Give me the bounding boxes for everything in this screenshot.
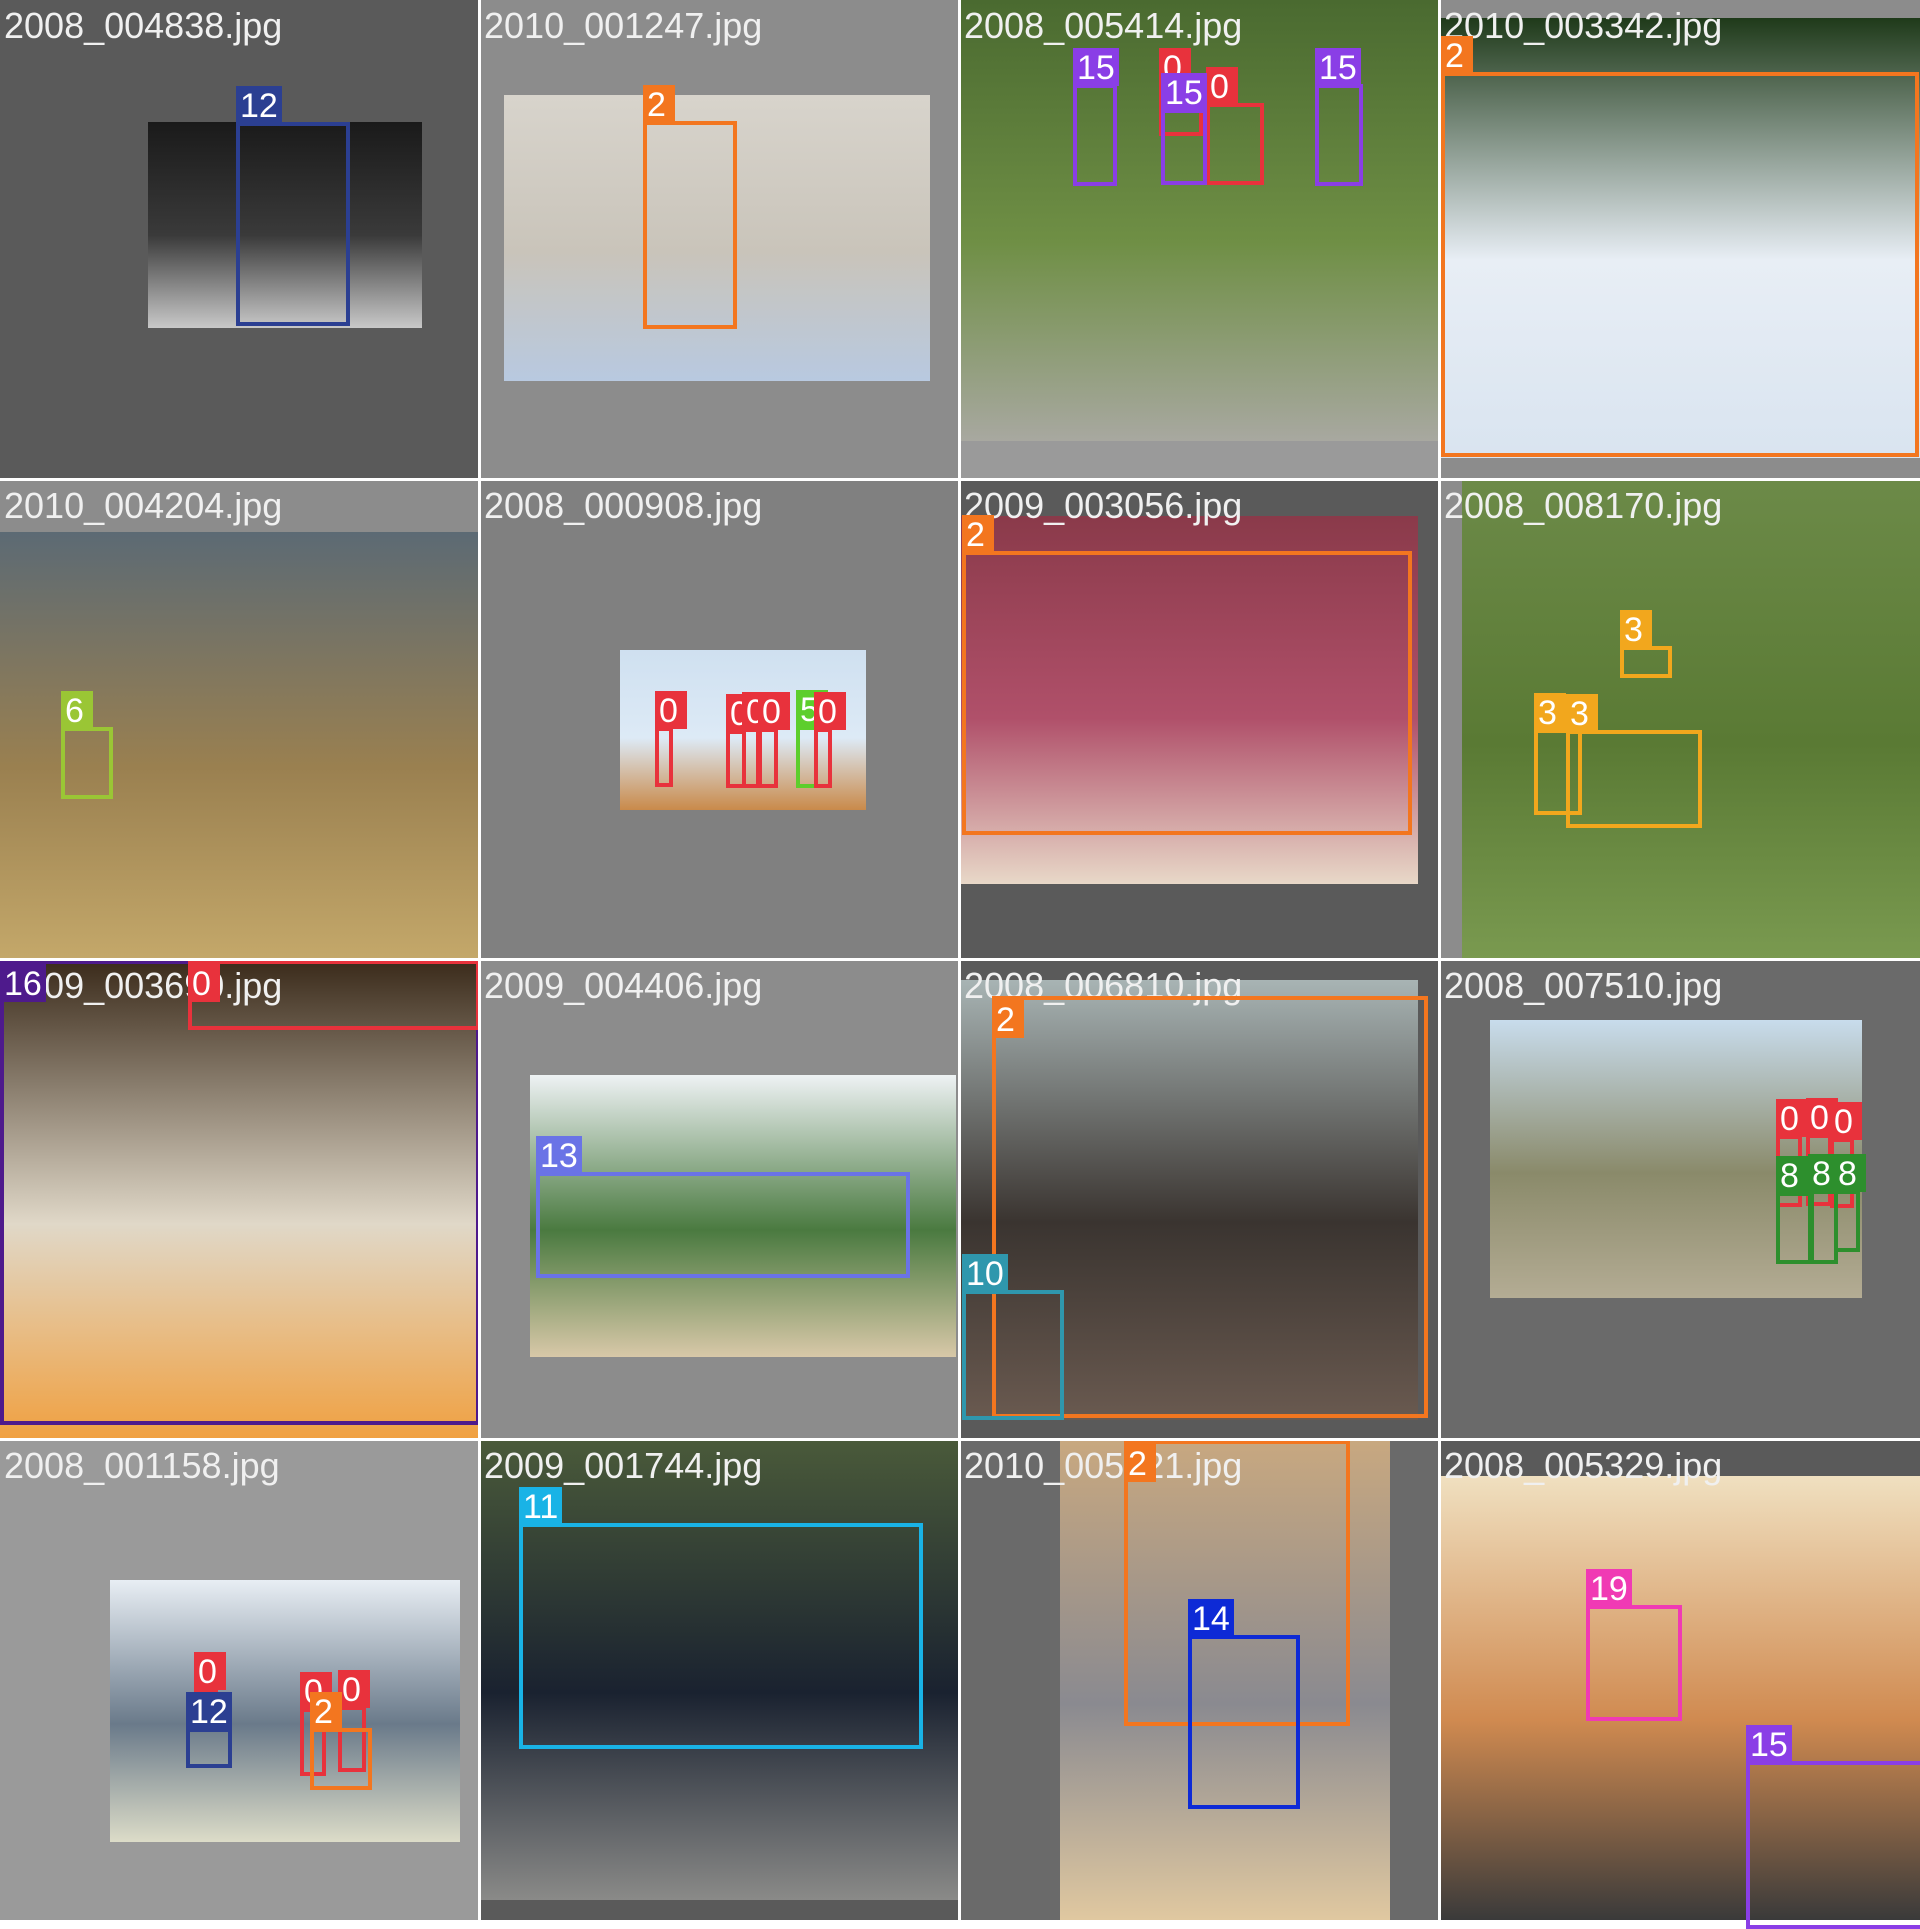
class-label: 2 [1441, 36, 1473, 75]
class-label: 2 [962, 515, 994, 554]
class-label: 12 [186, 1692, 232, 1731]
class-label: 3 [1566, 694, 1598, 733]
bounding-box: 0 [1206, 67, 1264, 185]
mosaic-tile: 2009_001744.jpg 11 [480, 1440, 960, 1920]
class-label: 2 [310, 1692, 342, 1731]
bounding-box: 15 [1315, 48, 1363, 186]
bounding-box: 12 [236, 86, 350, 326]
class-label: 13 [536, 1136, 582, 1175]
tile-filename: 2008_005329.jpg [1444, 1445, 1723, 1486]
bounding-box: 0 [758, 692, 790, 788]
bounding-box: 10 [962, 1254, 1064, 1420]
class-label: 0 [758, 692, 790, 731]
tile-filename: 2010_004204.jpg [4, 485, 283, 526]
bounding-box: 2 [310, 1692, 372, 1790]
class-label: 3 [1534, 693, 1566, 732]
grid-divider [0, 1438, 1920, 1441]
tile-filename: 2009_001744.jpg [484, 1445, 763, 1486]
mosaic-tile: 2009_003690.jpg 16 0 [0, 960, 480, 1440]
bounding-box: 19 [1586, 1569, 1682, 1721]
class-label: 0 [814, 692, 846, 731]
mosaic-tile: 2010_001247.jpg 2 [480, 0, 960, 480]
tile-filename: 2008_005414.jpg [964, 5, 1243, 46]
mosaic-tile: 2008_001158.jpg012002 [0, 1440, 480, 1920]
mosaic-tile: 2008_004838.jpg 12 [0, 0, 480, 480]
bounding-box: 0 [188, 960, 480, 1030]
mosaic-tile: 2010_004204.jpg 6 [0, 480, 480, 960]
class-label: 15 [1161, 73, 1207, 112]
grid-divider [1438, 0, 1441, 1920]
tile-filename: 2008_004838.jpg [4, 5, 283, 46]
bounding-box: 3 [1620, 610, 1672, 678]
class-label: 12 [236, 86, 282, 125]
tile-filename: 2010_001247.jpg [484, 5, 763, 46]
class-label: 0 [1776, 1099, 1808, 1138]
class-label: 3 [1620, 610, 1652, 649]
mosaic-tile: 2009_003056.jpg 2 [960, 480, 1440, 960]
bounding-box: 11 [519, 1487, 923, 1749]
bounding-box: 14 [1188, 1599, 1300, 1809]
bounding-box: 2 [1441, 36, 1919, 457]
tile-filename: 2008_001158.jpg [4, 1445, 280, 1486]
class-label: 2 [992, 1000, 1024, 1039]
bounding-box: 12 [186, 1692, 232, 1768]
grid-divider [0, 958, 1920, 961]
bounding-box: 13 [536, 1136, 910, 1278]
class-label: 0 [194, 1652, 226, 1691]
tile-filename: 2008_000908.jpg [484, 485, 763, 526]
class-label: 10 [962, 1254, 1008, 1293]
bounding-box: 15 [1161, 73, 1207, 185]
mosaic-tile: 2008_008170.jpg 3 3 3 [1440, 480, 1920, 960]
detection-mosaic: 2008_004838.jpg 12 2010_001247.jpg 2 2008_00… [0, 0, 1920, 1929]
bounding-box: 2 [962, 515, 1412, 835]
class-label: 0 [655, 691, 687, 730]
bounding-box: 15 [1746, 1725, 1920, 1929]
mosaic-tile: 2008_005414.jpg 0 15 0 15 15 [960, 0, 1440, 480]
class-label: 15 [1746, 1725, 1792, 1764]
tile-filename: 2008_007510.jpg [1444, 965, 1723, 1006]
bounding-box: 0 [655, 691, 687, 787]
scene-photo [110, 1580, 460, 1842]
mosaic-tile: 2010_003342.jpg 2 [1440, 0, 1920, 480]
scene-photo [1462, 480, 1920, 960]
class-label: 16 [0, 964, 46, 1003]
bounding-box: 2 [643, 85, 737, 329]
mosaic-tile: 2010_005821.jpg 2 14 [960, 1440, 1440, 1920]
tile-filename: 2009_004406.jpg [484, 965, 763, 1006]
mosaic-tile: 2009_004406.jpg 13 [480, 960, 960, 1440]
tile-filename: 2008_008170.jpg [1444, 485, 1723, 526]
class-label: 0 [188, 964, 220, 1003]
class-label: 8 [1776, 1156, 1808, 1195]
class-label: 15 [1073, 48, 1119, 87]
class-label: 2 [643, 85, 675, 124]
mosaic-tile: 2008_005329.jpg 19 15 [1440, 1440, 1920, 1929]
class-label: 14 [1188, 1599, 1234, 1638]
bounding-box: 8 [1834, 1154, 1866, 1252]
class-label: 19 [1586, 1569, 1632, 1608]
bounding-box: 15 [1073, 48, 1119, 186]
tile-filename: 2010_003342.jpg [1444, 5, 1723, 46]
tile-filename: 2009_003056.jpg [964, 485, 1243, 526]
mosaic-tile: 2008_006810.jpg 2 10 [960, 960, 1440, 1440]
class-label: 11 [519, 1487, 563, 1526]
bounding-box: 6 [61, 691, 113, 799]
scene-photo [960, 0, 1440, 441]
mosaic-tile: 2008_000908.jpg 0 0 0 0 5 0 [480, 480, 960, 960]
bounding-box: 0 [814, 692, 846, 788]
class-label: 0 [1206, 67, 1238, 106]
class-label: 6 [61, 691, 93, 730]
class-label: 8 [1834, 1154, 1866, 1193]
mosaic-tile: 2008_007510.jpg 0 0 0 8 8 8 [1440, 960, 1920, 1440]
class-label: 0 [1830, 1102, 1862, 1141]
class-label: 15 [1315, 48, 1361, 87]
class-label: 2 [1124, 1444, 1156, 1483]
class-label: 0 [338, 1670, 370, 1709]
bounding-box: 3 [1566, 694, 1702, 828]
